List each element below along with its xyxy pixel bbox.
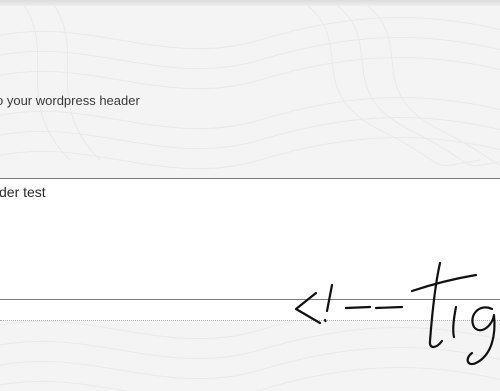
handwritten-signature-logo [294,261,496,366]
header-instruction-text: o your wordpress header [0,93,140,108]
top-bar [0,0,500,6]
